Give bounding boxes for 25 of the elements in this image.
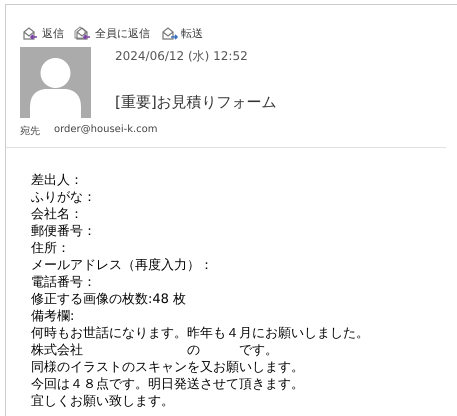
avatar-icon	[20, 47, 91, 118]
forward-button[interactable]: 転送	[158, 23, 205, 43]
recipient-label: 宛先	[20, 124, 40, 138]
body-text-line: 郵便番号：	[31, 223, 97, 240]
body-text-line: 何時もお世話になります。昨年も４月にお願いしました。	[31, 325, 370, 342]
body-text-line: ふりがな：	[31, 189, 97, 206]
recipient-address: order@housei-k.com	[54, 124, 158, 137]
body-text-line: 同様のイラストのスキャンを又お願いします。	[31, 359, 305, 376]
body-text-line: 今回は４８点です。明日発送させて頂きます。	[31, 376, 305, 393]
body-text-line: 宜しくお願い致します。	[31, 393, 175, 410]
body-text-line: 会社名：	[31, 206, 84, 223]
body-text-line: 修正する画像の枚数:48 枚	[31, 291, 188, 308]
body-text-line: メールアドレス（再度入力）：	[31, 257, 214, 274]
body-text-line: 株式会社 の です。	[31, 342, 279, 359]
envelope-reply-icon	[21, 25, 39, 41]
email-subject: [重要]お見積りフォーム	[115, 93, 277, 112]
body-text-line: 差出人：	[31, 172, 84, 189]
body-text-line: 住所：	[31, 240, 71, 257]
reply-all-button[interactable]: 全員に返信	[72, 23, 152, 43]
body-text-line: 電話番号：	[31, 274, 97, 291]
envelope-reply-icon	[74, 25, 92, 41]
sent-date: 2024/06/12 (水) 12:52	[115, 48, 249, 65]
body-text-line: 備考欄:	[31, 308, 76, 325]
reply-button[interactable]: 返信	[19, 23, 66, 43]
envelope-forward-icon	[160, 25, 178, 41]
